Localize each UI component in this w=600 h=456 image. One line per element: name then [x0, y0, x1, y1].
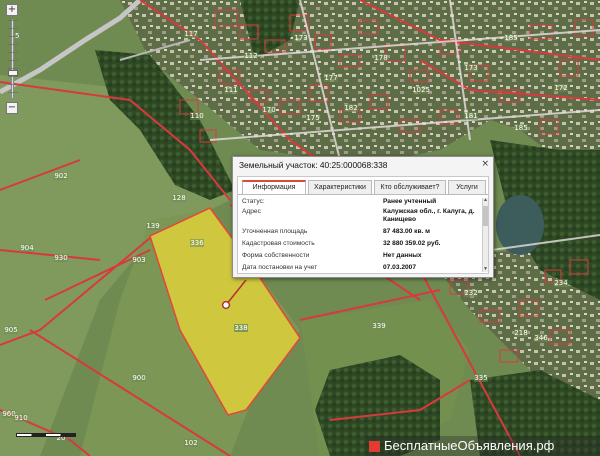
parcel-number-label: 905: [4, 326, 17, 334]
parcel-number-label: 177: [324, 74, 337, 82]
row-label: Дата постановки на учет: [242, 264, 318, 271]
tab-services[interactable]: Услуги: [448, 180, 486, 194]
parcel-number-label: 339: [372, 322, 385, 330]
zoom-control[interactable]: + −: [6, 4, 20, 114]
parcel-number-label: 902: [54, 172, 67, 180]
parcel-number-label: 335: [474, 374, 487, 382]
scroll-thumb[interactable]: [483, 206, 488, 226]
parcel-number-label: 185: [514, 124, 527, 132]
popup-title: Земельный участок: 40:25:000068:338: [239, 160, 388, 170]
parcel-number-label: 139: [146, 222, 159, 230]
zoom-ticks: [8, 20, 18, 98]
row-label: Кадастровая стоимость: [242, 240, 315, 247]
row-value: 32 880 359.02 руб.: [383, 240, 441, 247]
parcel-number-label: 346: [534, 334, 548, 342]
parcel-number-label: 900: [132, 374, 145, 382]
tab-characteristics[interactable]: Характеристики: [308, 180, 372, 194]
zoom-out-button[interactable]: −: [6, 102, 18, 114]
popup-tabs: Информация Характеристики Кто обслуживае…: [242, 180, 486, 194]
parcel-number-label: 336: [190, 239, 204, 247]
parcel-number-label: 110: [190, 112, 203, 120]
parcel-number-label: 102: [184, 439, 197, 447]
row-value: Калужская обл., г. Калуга, д. Канищево: [383, 208, 475, 223]
parcel-number-label: 182: [344, 104, 357, 112]
parcel-number-label: 218: [514, 329, 527, 337]
tab-info[interactable]: Информация: [242, 180, 306, 194]
watermark-text: БесплатныеОбъявления.рф: [384, 438, 555, 453]
row-value: 87 483.00 кв. м: [383, 228, 431, 235]
row-value: 07.03.2007: [383, 264, 417, 271]
parcel-number-label: 128: [172, 194, 185, 202]
row-value: Ранее учтенный: [383, 198, 437, 205]
parcel-number-label: 173: [464, 64, 477, 72]
parcel-number-label: 234: [554, 279, 568, 287]
row-label: Уточненная площадь: [242, 228, 308, 235]
row-label: Адрес: [242, 208, 261, 215]
parcel-number-label: 172: [554, 84, 567, 92]
scale-bar: [16, 433, 76, 437]
parcel-number-label: 170: [262, 106, 275, 114]
parcel-number-label: 112: [244, 52, 257, 60]
parcel-number-label: 178: [374, 54, 387, 62]
parcel-number-label: 111: [224, 86, 237, 94]
tab-divider: [238, 194, 488, 195]
parcel-number-label: 1025: [412, 86, 430, 94]
parcel-number-label: 173: [294, 34, 307, 42]
parcel-number-label: 904: [20, 244, 34, 252]
parcel-number-label: 910: [14, 414, 27, 422]
popup-body: Информация Характеристики Кто обслуживае…: [237, 176, 489, 274]
parcel-number-label: 185: [504, 34, 517, 42]
scroll-up-icon[interactable]: ▲: [483, 198, 488, 203]
tab-who-serves[interactable]: Кто обслуживает?: [374, 180, 446, 194]
popup-scrollbar[interactable]: ▲ ▼: [482, 198, 488, 272]
parcel-number-label: 232: [464, 289, 477, 297]
parcel-number-label: 175: [306, 114, 319, 122]
close-icon[interactable]: ×: [481, 159, 489, 169]
parcel-info-popup: Земельный участок: 40:25:000068:338 × Ин…: [232, 156, 494, 278]
info-rows: Статус: Ранее учтенный Адрес Калужская о…: [242, 198, 478, 272]
scroll-down-icon[interactable]: ▼: [483, 267, 488, 272]
parcel-number-label: 903: [132, 256, 145, 264]
parcel-number-label: 930: [54, 254, 67, 262]
parcel-number-label: 181: [464, 112, 477, 120]
row-label: Статус:: [242, 198, 265, 205]
zoom-slider[interactable]: [8, 19, 18, 99]
logo-icon: [369, 441, 380, 452]
watermark: БесплатныеОбъявления.рф: [366, 436, 600, 456]
row-label: Форма собственности: [242, 252, 310, 259]
zoom-in-button[interactable]: +: [6, 4, 18, 16]
parcel-number-label: 117: [184, 30, 197, 38]
zoom-handle[interactable]: [8, 70, 18, 76]
parcel-number-label: 338: [234, 324, 247, 332]
row-value: Нет данных: [383, 252, 422, 259]
